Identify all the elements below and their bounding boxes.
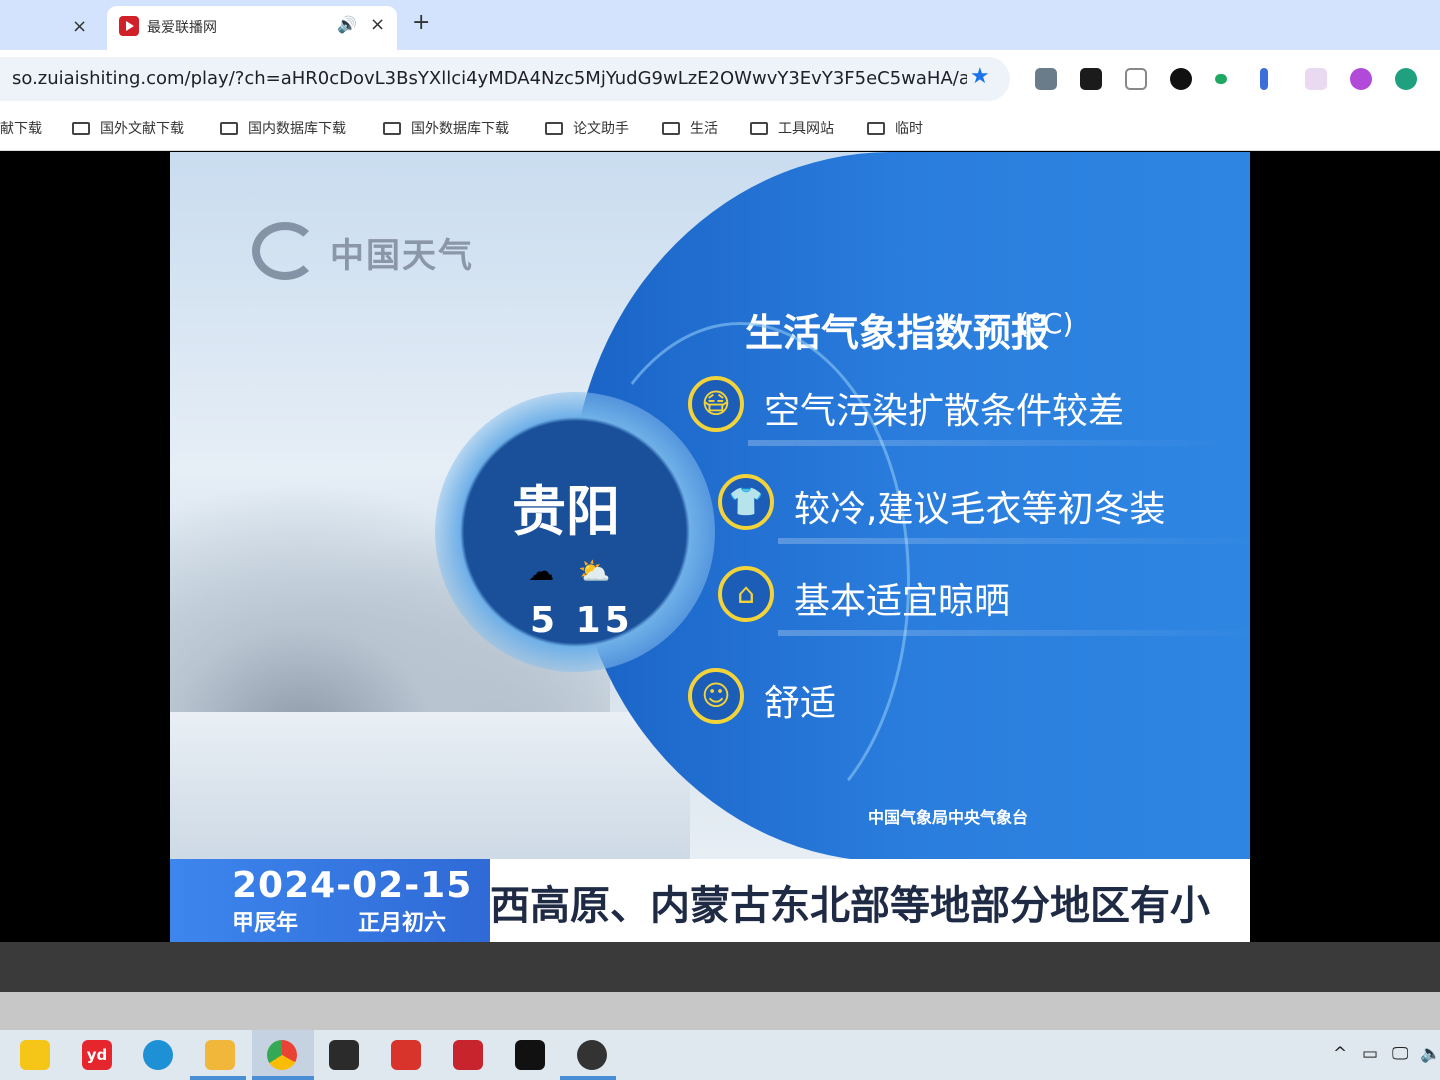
document-icon[interactable] xyxy=(1125,68,1147,90)
file-explorer-icon[interactable] xyxy=(205,1040,235,1070)
unit-label: (°C) xyxy=(1018,307,1074,340)
bookmark-star-icon[interactable]: ★ xyxy=(970,64,990,89)
lunar-year: 甲辰年 xyxy=(232,911,299,936)
bookmark-folder[interactable]: 国外文献下载 xyxy=(72,118,184,138)
bookmark-folder[interactable]: 生活 xyxy=(662,118,718,138)
source-label: 中国气象局中央气象台 xyxy=(868,808,1029,827)
temperature-range: 5 15 xyxy=(530,600,634,641)
index-text: 基本适宜晾晒 xyxy=(794,581,1011,622)
folder-icon xyxy=(220,122,238,135)
windows-taskbar: yd ^ ▭ 🖵 🔈 xyxy=(0,1030,1440,1080)
capcut-icon[interactable] xyxy=(515,1040,545,1070)
bookmarks-bar: 献下载 国外文献下载 国内数据库下载 国外数据库下载 论文助手 生活 工具网站 … xyxy=(0,108,1440,151)
shirt-icon: 👕 xyxy=(718,474,774,530)
temp-high: 15 xyxy=(575,600,634,641)
terminal-icon[interactable] xyxy=(329,1040,359,1070)
screenshot-icon[interactable] xyxy=(577,1040,607,1070)
folder-icon xyxy=(545,122,563,135)
tab-previous[interactable]: × xyxy=(0,8,105,50)
tab-bar: × 最爱联播网 🔊 × + xyxy=(0,0,1440,50)
bookmark-folder[interactable]: 国外数据库下载 xyxy=(383,118,509,138)
audio-playing-icon[interactable]: 🔊 xyxy=(337,15,357,34)
hanger-icon: ⌂ xyxy=(718,566,774,622)
network-icon[interactable]: 🖵 xyxy=(1392,1044,1408,1064)
close-tab-icon[interactable]: × xyxy=(370,14,385,35)
index-text: 舒适 xyxy=(764,683,837,724)
channel-logo: 中国天气 xyxy=(330,236,474,276)
youdao-icon[interactable]: yd xyxy=(82,1040,112,1070)
index-text: 较冷,建议毛衣等初冬装 xyxy=(794,489,1166,530)
index-bar xyxy=(748,440,1228,446)
cloudy-icon: ☁ xyxy=(528,557,554,587)
date-box: 2024-02-15 甲辰年 正月初六 xyxy=(170,859,490,942)
city-name: 贵阳 xyxy=(512,480,620,543)
bookmark-folder[interactable]: 论文助手 xyxy=(545,118,629,138)
volume-icon[interactable]: 🔈 xyxy=(1420,1044,1440,1064)
player-control-bar[interactable] xyxy=(0,942,1440,992)
temp-low: 5 xyxy=(530,600,560,641)
weather-logo-icon xyxy=(252,222,318,280)
running-indicator xyxy=(560,1076,616,1080)
chrome-icon[interactable] xyxy=(267,1040,297,1070)
index-bar xyxy=(778,630,1250,636)
video-player[interactable]: 中国天气 生活气象指数预报 (°C) 贵阳 ☁ ⛅ 5 15 😷 空气污染扩散条… xyxy=(170,152,1250,942)
wps-icon[interactable] xyxy=(391,1040,421,1070)
url-text[interactable]: so.zuiaishiting.com/play/?ch=aHR0cDovL3B… xyxy=(12,68,967,89)
folder-icon xyxy=(867,122,885,135)
bookmark-folder[interactable]: 国内数据库下载 xyxy=(220,118,346,138)
date-text: 2024-02-15 xyxy=(232,865,473,906)
browser-toolbar: so.zuiaishiting.com/play/?ch=aHR0cDovL3B… xyxy=(0,50,1440,108)
folder-icon xyxy=(662,122,680,135)
running-indicator xyxy=(190,1076,246,1080)
tray-overflow-icon[interactable]: ^ xyxy=(1333,1044,1347,1064)
bookmark-item[interactable]: 献下载 xyxy=(0,118,42,138)
mask-icon: 😷 xyxy=(688,376,744,432)
page-footer-strip xyxy=(0,992,1440,1030)
folder-icon xyxy=(750,122,768,135)
chat-icon[interactable] xyxy=(1215,74,1227,84)
battery-icon[interactable]: ▭ xyxy=(1362,1044,1378,1064)
face-icon[interactable] xyxy=(1080,68,1102,90)
index-text: 空气污染扩散条件较差 xyxy=(764,391,1125,432)
partly-cloudy-icon: ⛅ xyxy=(578,557,611,587)
tab-title: 最爱联播网 xyxy=(147,20,217,36)
edge-icon[interactable] xyxy=(143,1040,173,1070)
running-indicator xyxy=(252,1076,314,1080)
ticker-text: 西高原、内蒙古东北部等地部分地区有小 xyxy=(490,883,1210,929)
cat-icon[interactable] xyxy=(1305,68,1327,90)
brain-icon[interactable] xyxy=(1350,68,1372,90)
chatgpt-icon[interactable] xyxy=(1395,68,1417,90)
folder-icon xyxy=(72,122,90,135)
close-tab-icon[interactable]: × xyxy=(72,16,87,37)
zotero-icon[interactable] xyxy=(453,1040,483,1070)
smile-icon: ☺ xyxy=(688,668,744,724)
bookmark-folder[interactable]: 临时 xyxy=(867,118,923,138)
sticky-notes-icon[interactable] xyxy=(20,1040,50,1070)
new-tab-button[interactable]: + xyxy=(412,10,430,35)
tab-active[interactable]: 最爱联播网 🔊 × xyxy=(107,6,397,50)
edit-icon[interactable] xyxy=(1260,68,1268,90)
infinity-icon[interactable] xyxy=(1170,68,1192,90)
folder-icon xyxy=(383,122,401,135)
lunar-day: 正月初六 xyxy=(358,911,447,936)
index-bar xyxy=(778,538,1250,544)
stamp-icon[interactable] xyxy=(1035,68,1057,90)
news-ticker: 西高原、内蒙古东北部等地部分地区有小 xyxy=(490,859,1250,942)
bookmark-folder[interactable]: 工具网站 xyxy=(750,118,834,138)
address-bar[interactable]: so.zuiaishiting.com/play/?ch=aHR0cDovL3B… xyxy=(0,57,1010,101)
site-favicon-icon xyxy=(119,16,139,36)
